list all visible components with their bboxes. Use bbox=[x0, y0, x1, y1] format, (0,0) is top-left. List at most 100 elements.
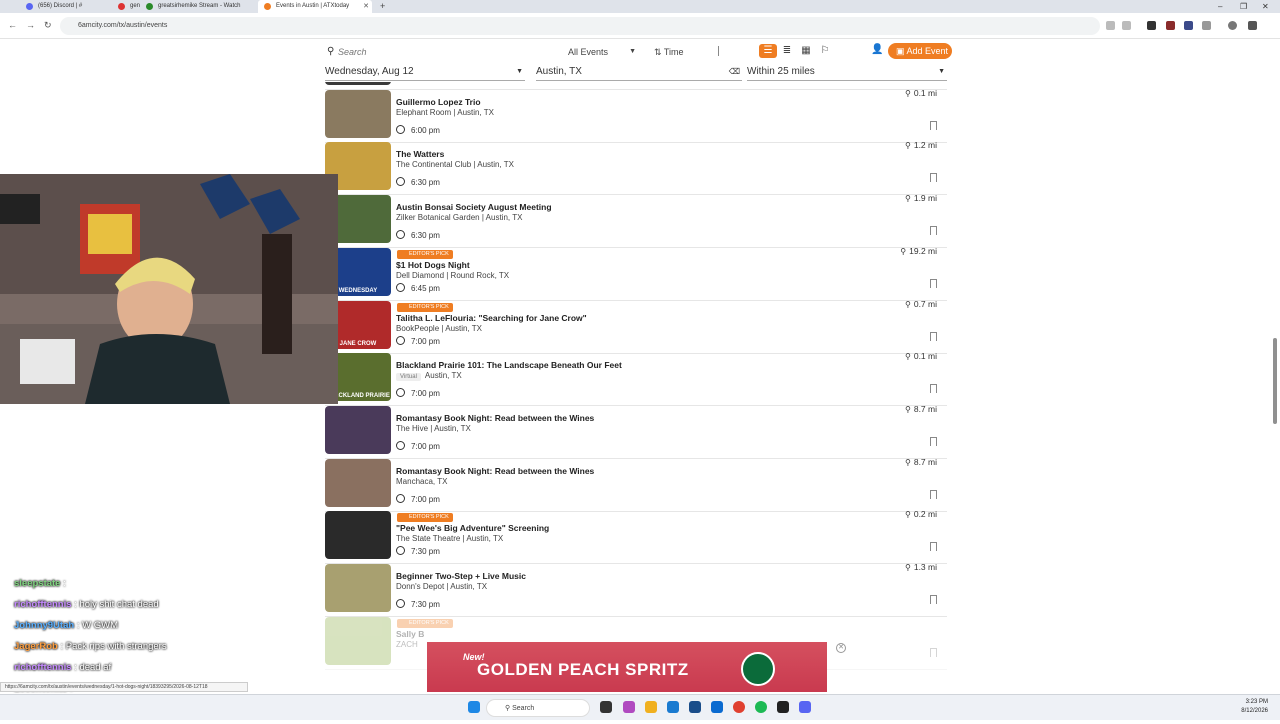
spotify-icon[interactable] bbox=[755, 701, 767, 713]
event-thumbnail[interactable] bbox=[325, 405, 391, 454]
grid-view-icon[interactable]: ▦ bbox=[797, 44, 815, 58]
search-input[interactable] bbox=[338, 44, 568, 60]
event-row[interactable]: Beginner Two-Step + Live Music Donn's Dep… bbox=[325, 562, 947, 617]
bookmark-icon[interactable] bbox=[930, 489, 937, 499]
event-title[interactable]: Romantasy Book Night: Read between the W… bbox=[396, 466, 594, 476]
clock-icon bbox=[396, 230, 405, 240]
editors-pick-badge: EDITOR'S PICK bbox=[397, 618, 453, 628]
event-title[interactable]: Guillermo Lopez Trio bbox=[396, 97, 481, 107]
url-input[interactable]: 6amcity.com/tx/austin/events bbox=[60, 17, 1100, 35]
event-title[interactable]: Blackland Prairie 101: The Landscape Ben… bbox=[396, 360, 622, 370]
bookmark-icon[interactable] bbox=[930, 647, 937, 657]
forward-icon[interactable]: → bbox=[26, 20, 35, 30]
bookmark-icon[interactable] bbox=[930, 226, 937, 236]
radius-filter[interactable]: Within 25 miles ▼ bbox=[747, 65, 947, 81]
browser-tab-4[interactable]: Events in Austin | ATXtoday ✕ bbox=[258, 0, 372, 13]
webcam-image bbox=[0, 174, 338, 404]
close-window-icon[interactable]: ✕ bbox=[1262, 0, 1269, 13]
minimize-icon[interactable]: – bbox=[1218, 0, 1222, 13]
task-view-icon[interactable] bbox=[600, 701, 612, 713]
map-view-icon[interactable]: ⚐ bbox=[816, 44, 834, 58]
menu-icon[interactable] bbox=[1248, 21, 1257, 30]
chrome-icon[interactable] bbox=[733, 701, 745, 713]
event-thumbnail[interactable] bbox=[325, 511, 391, 560]
new-tab-icon[interactable]: + bbox=[380, 0, 385, 12]
edge-icon[interactable] bbox=[667, 701, 679, 713]
category-select[interactable]: All Events ▼ bbox=[568, 44, 640, 60]
list-view-icon[interactable]: ☰ bbox=[759, 44, 777, 58]
bookmark-icon[interactable] bbox=[930, 120, 937, 130]
browser-tab-3[interactable]: greatsirhemike Stream - Watch bbox=[140, 0, 256, 13]
chat-username[interactable]: sleepstate bbox=[14, 578, 60, 589]
app-icon[interactable] bbox=[623, 701, 635, 713]
event-row[interactable]: WEDNESDAY EDITOR'S PICK $1 Hot Dogs Night D… bbox=[325, 246, 947, 301]
map-pin-icon: ⚲ bbox=[904, 141, 911, 151]
discord-icon[interactable] bbox=[799, 701, 811, 713]
bookmark-icon[interactable] bbox=[930, 542, 937, 552]
bookmark-icon[interactable] bbox=[930, 331, 937, 341]
browser-tab-1[interactable]: (656) Discord | # bbox=[20, 0, 112, 13]
app-icon[interactable] bbox=[645, 701, 657, 713]
close-tab-icon[interactable]: ✕ bbox=[363, 0, 369, 13]
event-title[interactable]: "Pee Wee's Big Adventure" Screening bbox=[396, 523, 549, 533]
bookmark-icon[interactable] bbox=[930, 436, 937, 446]
app-icon[interactable] bbox=[711, 701, 723, 713]
extension-icon[interactable] bbox=[1184, 21, 1193, 30]
event-thumbnail[interactable] bbox=[325, 82, 391, 85]
stream-icon bbox=[146, 3, 153, 10]
chat-username[interactable]: richofftennis bbox=[14, 662, 72, 673]
browser-tab-2[interactable]: gene bbox=[112, 0, 140, 13]
event-thumbnail[interactable] bbox=[325, 616, 391, 665]
bookmark-icon[interactable] bbox=[930, 278, 937, 288]
event-title[interactable]: $1 Hot Dogs Night bbox=[396, 260, 470, 270]
event-thumbnail[interactable] bbox=[325, 89, 391, 138]
profile-icon[interactable] bbox=[1228, 21, 1237, 30]
bookmark-icon[interactable] bbox=[930, 173, 937, 183]
app-icon[interactable] bbox=[689, 701, 701, 713]
taskbar-search[interactable]: ⚲ Search bbox=[486, 699, 590, 717]
clear-location-icon[interactable]: ⌫ bbox=[729, 65, 740, 79]
app-icon[interactable] bbox=[777, 701, 789, 713]
extension-icon[interactable] bbox=[1166, 21, 1175, 30]
chat-username[interactable]: richofftennis bbox=[14, 599, 72, 610]
event-title[interactable]: Talitha L. LeFlouria: "Searching for Jan… bbox=[396, 313, 587, 323]
event-row[interactable]: EDITOR'S PICK "Pee Wee's Big Adventure" S… bbox=[325, 509, 947, 565]
maximize-icon[interactable]: ❐ bbox=[1240, 0, 1247, 13]
ad-close-icon[interactable]: ✕ bbox=[836, 643, 846, 653]
ad-banner[interactable]: New! GOLDEN PEACH SPRITZ bbox=[427, 642, 827, 692]
windows-start-icon[interactable] bbox=[468, 701, 480, 713]
bookmark-icon[interactable] bbox=[930, 595, 937, 604]
event-thumbnail[interactable] bbox=[325, 564, 391, 612]
extension-icon[interactable] bbox=[1202, 21, 1211, 30]
compact-view-icon[interactable]: ≣ bbox=[778, 44, 796, 58]
reload-icon[interactable]: ↻ bbox=[44, 20, 52, 31]
event-row[interactable]: Guillermo Lopez Trio Elephant Room | Aust… bbox=[325, 88, 947, 143]
date-filter[interactable]: Wednesday, Aug 12 ▼ bbox=[325, 65, 525, 81]
back-icon[interactable]: ← bbox=[8, 20, 17, 30]
page-scrollbar[interactable] bbox=[1272, 82, 1278, 692]
event-row[interactable]: Romantasy Book Night: Read between the W… bbox=[325, 404, 947, 459]
event-thumbnail[interactable] bbox=[325, 458, 391, 507]
zoom-icon[interactable] bbox=[1106, 21, 1115, 30]
event-row[interactable]: BLACKLAND PRAIRIE Blackland Prairie 101: … bbox=[325, 351, 947, 407]
location-filter[interactable]: Austin, TX ⌫ bbox=[536, 65, 742, 81]
add-event-button[interactable]: ▣ Add Event bbox=[888, 43, 952, 59]
event-title[interactable]: Romantasy Book Night: Read between the W… bbox=[396, 413, 594, 423]
scrollbar-thumb[interactable] bbox=[1273, 338, 1277, 424]
chat-username[interactable]: JagerRob bbox=[14, 641, 58, 652]
bookmark-icon[interactable] bbox=[930, 384, 937, 394]
sort-time-button[interactable]: ⇅ Time bbox=[654, 44, 684, 60]
event-title[interactable]: Beginner Two-Step + Live Music bbox=[396, 571, 526, 581]
chat-username[interactable]: Johnny9Utah bbox=[14, 620, 74, 631]
user-icon[interactable]: 👤 bbox=[871, 44, 883, 55]
event-row[interactable]: The Watters The Continental Club | Austin… bbox=[325, 140, 947, 196]
event-title[interactable]: The Watters bbox=[396, 149, 444, 159]
bookmark-star-icon[interactable] bbox=[1122, 21, 1131, 30]
event-row[interactable]: Romantasy Book Night: Read between the W… bbox=[325, 457, 947, 512]
extension-icon[interactable] bbox=[1147, 21, 1156, 30]
taskbar-clock[interactable]: 3:23 PM 8/12/2026 bbox=[1241, 698, 1268, 716]
event-row[interactable]: Austin Bonsai Society August Meeting Zilk… bbox=[325, 193, 947, 249]
event-row[interactable]: JANE CROW EDITOR'S PICK Talitha L. LeFlour… bbox=[325, 299, 947, 354]
event-title[interactable]: Austin Bonsai Society August Meeting bbox=[396, 202, 552, 212]
event-title[interactable]: Sally B bbox=[396, 629, 424, 639]
